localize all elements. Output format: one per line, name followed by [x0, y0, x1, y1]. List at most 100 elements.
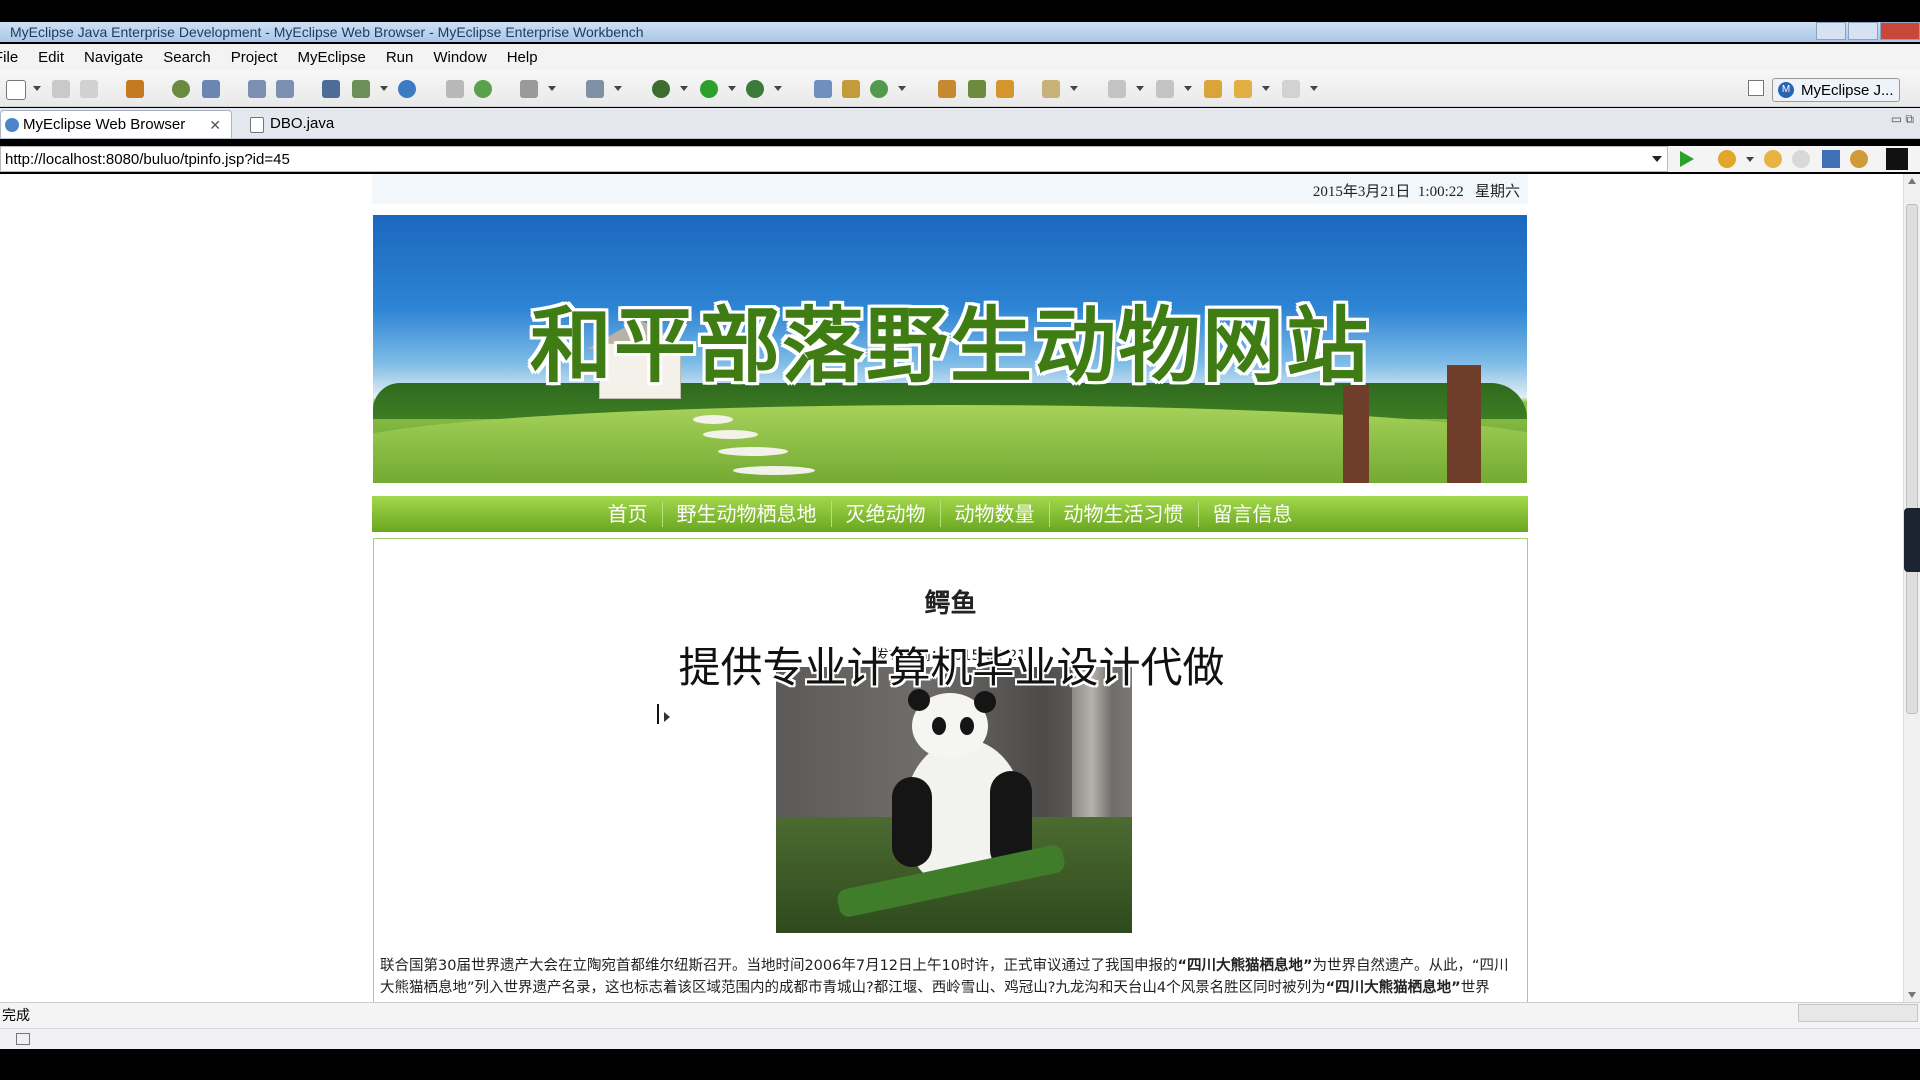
database-icon[interactable]: [322, 80, 340, 98]
window-icon[interactable]: [520, 80, 538, 98]
undeploy-icon[interactable]: [276, 80, 294, 98]
open-folder-icon[interactable]: [446, 80, 464, 98]
go-icon[interactable]: [1680, 151, 1694, 167]
banner-path-stone: [693, 415, 733, 424]
browser-refresh-icon[interactable]: [1850, 150, 1868, 168]
article-highlight: “四川大熊猫栖息地”: [1325, 980, 1461, 996]
forward-icon[interactable]: [1282, 80, 1300, 98]
favorites-icon[interactable]: [1718, 150, 1736, 168]
open-perspective-icon[interactable]: [1748, 80, 1764, 96]
external-tools-dropdown-icon[interactable]: [774, 86, 782, 91]
new-icon[interactable]: [6, 80, 26, 100]
globe-icon[interactable]: [398, 80, 416, 98]
open-type-icon[interactable]: [938, 80, 956, 98]
open-task-icon[interactable]: [996, 80, 1014, 98]
menu-myeclipse[interactable]: MyEclipse: [287, 49, 375, 66]
maximize-view-icon[interactable]: ⧉: [1905, 112, 1914, 126]
window-controls: [1814, 22, 1920, 42]
nav-population[interactable]: 动物数量: [939, 501, 1049, 527]
back-dropdown-icon[interactable]: [1262, 86, 1270, 91]
close-tab-icon[interactable]: ✕: [209, 111, 221, 139]
url-input[interactable]: [0, 146, 1668, 172]
pen-icon[interactable]: [968, 80, 986, 98]
menu-window[interactable]: Window: [423, 49, 496, 66]
bug-icon[interactable]: [652, 80, 670, 98]
java-file-icon: [250, 117, 264, 133]
server-icon[interactable]: [202, 80, 220, 98]
scroll-up-icon[interactable]: [1908, 178, 1916, 184]
stop-icon[interactable]: [1822, 150, 1840, 168]
article-highlight: “四川大熊猫栖息地”: [1177, 958, 1313, 974]
new-wizard-icon[interactable]: [586, 80, 604, 98]
tab-web-browser[interactable]: MyEclipse Web Browser ✕: [0, 110, 232, 138]
minimize-view-icon[interactable]: ▭: [1891, 112, 1902, 126]
browser-menu-icon[interactable]: [1886, 148, 1908, 170]
new-dropdown-icon[interactable]: [33, 86, 41, 91]
back-icon[interactable]: [1234, 80, 1252, 98]
new-package-icon[interactable]: [842, 80, 860, 98]
next-annotation-dropdown-icon[interactable]: [1136, 86, 1144, 91]
myeclipse-logo-icon: M: [1778, 82, 1794, 98]
favorites-dropdown-icon[interactable]: [1746, 157, 1754, 162]
scroll-down-icon[interactable]: [1908, 992, 1916, 998]
main-toolbar: [0, 70, 1920, 107]
maximize-button[interactable]: [1848, 22, 1878, 40]
article-title: 鳄鱼: [924, 589, 977, 619]
new-class-icon[interactable]: [814, 80, 832, 98]
article-panel: 鳄鱼 发布时间：2015-03-21 联合国第30届世界遗产大会在立陶宛首都维尔…: [373, 538, 1528, 1002]
browser-back-icon[interactable]: [1764, 150, 1782, 168]
menu-project[interactable]: Project: [221, 49, 288, 66]
vertical-scrollbar[interactable]: [1903, 174, 1920, 1002]
web-page: 2015年3月21日 1:00:22 星期六 和平部落野生动物网站 首页 野生动…: [372, 174, 1528, 1002]
debug-dropdown-icon[interactable]: [680, 86, 688, 91]
print-icon[interactable]: [80, 80, 98, 98]
side-panel-handle[interactable]: [1904, 508, 1920, 572]
menu-edit[interactable]: Edit: [28, 49, 74, 66]
nav-habitat[interactable]: 野生动物栖息地: [661, 501, 831, 527]
nav-extinct[interactable]: 灭绝动物: [830, 501, 940, 527]
web-icon[interactable]: [352, 80, 370, 98]
search-toolbar-icon[interactable]: [1042, 80, 1060, 98]
external-tools-icon[interactable]: [746, 80, 764, 98]
run-dropdown-icon[interactable]: [728, 86, 736, 91]
search-dropdown-icon[interactable]: [1070, 86, 1078, 91]
scrollbar-thumb[interactable]: [1906, 204, 1918, 714]
package-icon[interactable]: [126, 80, 144, 98]
wizard-dropdown-icon[interactable]: [614, 86, 622, 91]
tab-dbo-java[interactable]: DBO.java: [240, 110, 362, 138]
article-line-2: 大熊猫栖息地”列入世界遗产名录，这也标志着该区域范围内的成都市青城山?都江堰、西…: [380, 977, 1520, 999]
run-icon[interactable]: [700, 80, 718, 98]
menu-help[interactable]: Help: [497, 49, 548, 66]
screen-letterbox-bottom: [0, 1049, 1920, 1080]
nav-habits[interactable]: 动物生活习惯: [1048, 501, 1198, 527]
url-dropdown-icon[interactable]: [1652, 156, 1662, 162]
close-button[interactable]: [1880, 22, 1920, 40]
refresh-dropdown-icon[interactable]: [898, 86, 906, 91]
nav-guestbook[interactable]: 留言信息: [1197, 501, 1307, 527]
fast-view-icon[interactable]: [16, 1033, 30, 1045]
menu-navigate[interactable]: Navigate: [74, 49, 153, 66]
next-annotation-icon[interactable]: [1108, 80, 1126, 98]
prev-annotation-dropdown-icon[interactable]: [1184, 86, 1192, 91]
panda-ear: [974, 691, 996, 713]
article-text: 为世界自然遗产。从此，“四川: [1312, 958, 1509, 974]
deploy-icon[interactable]: [248, 80, 266, 98]
save-icon[interactable]: [52, 80, 70, 98]
prev-annotation-icon[interactable]: [1156, 80, 1174, 98]
run-web-icon[interactable]: [474, 80, 492, 98]
perspective-button[interactable]: M MyEclipse J...: [1772, 78, 1900, 102]
menu-search[interactable]: Search: [153, 49, 221, 66]
browser-forward-icon[interactable]: [1792, 150, 1810, 168]
debug-icon[interactable]: [172, 80, 190, 98]
last-edit-icon[interactable]: [1204, 80, 1222, 98]
window-dropdown-icon[interactable]: [548, 86, 556, 91]
minimize-button[interactable]: [1816, 22, 1846, 40]
window-titlebar: MyEclipse Java Enterprise Development - …: [0, 22, 1920, 42]
browser-address-bar: [0, 146, 1920, 172]
nav-home[interactable]: 首页: [594, 501, 662, 527]
menu-file[interactable]: File: [0, 49, 28, 66]
web-dropdown-icon[interactable]: [380, 86, 388, 91]
menu-run[interactable]: Run: [376, 49, 424, 66]
forward-dropdown-icon[interactable]: [1310, 86, 1318, 91]
refresh-icon[interactable]: [870, 80, 888, 98]
